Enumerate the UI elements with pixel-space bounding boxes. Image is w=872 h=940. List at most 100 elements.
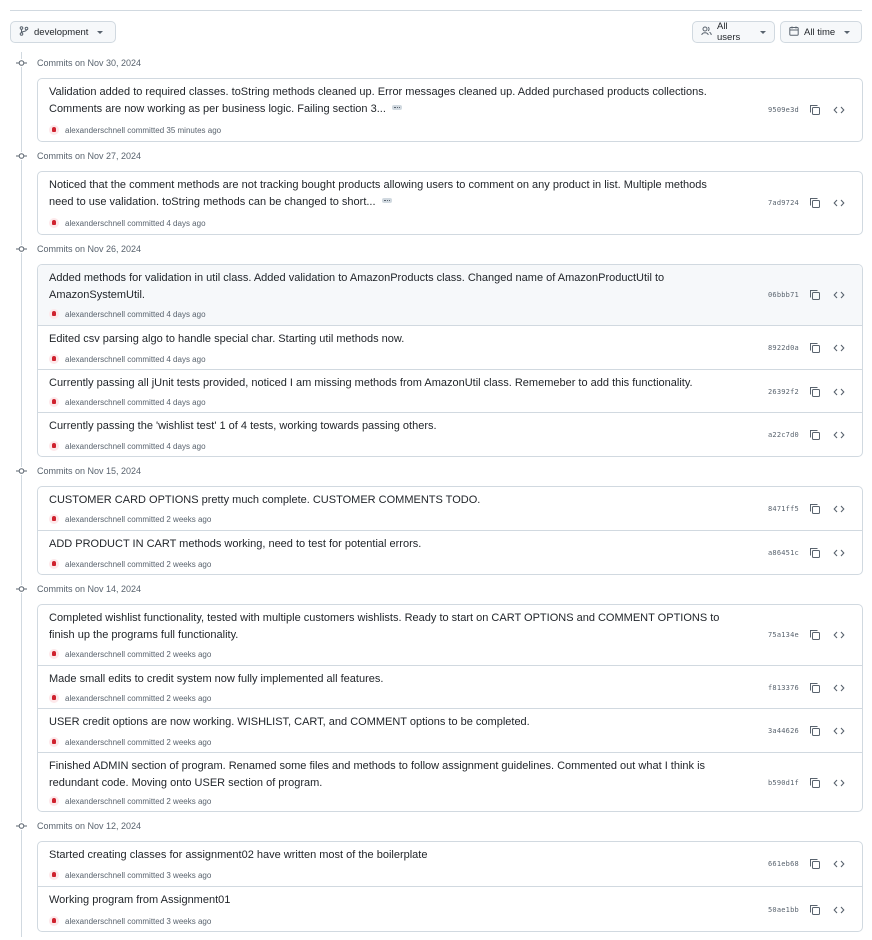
avatar[interactable]	[49, 737, 59, 747]
commit-sha-link[interactable]: 26392f2	[768, 388, 799, 396]
branch-selector-button[interactable]: development	[10, 21, 116, 43]
commit-row[interactable]: Made small edits to credit system now fu…	[38, 665, 862, 708]
avatar[interactable]	[49, 218, 59, 228]
code-browse-icon[interactable]	[833, 503, 845, 515]
code-browse-icon[interactable]	[833, 429, 845, 441]
avatar[interactable]	[49, 870, 59, 880]
avatar[interactable]	[49, 354, 59, 364]
commit-message-text[interactable]: Finished ADMIN section of program. Renam…	[49, 760, 705, 789]
commit-message-text[interactable]: CUSTOMER CARD OPTIONS pretty much comple…	[49, 494, 480, 506]
commit-message-text[interactable]: Currently passing all jUnit tests provid…	[49, 377, 693, 389]
copy-icon[interactable]	[809, 197, 821, 209]
copy-icon[interactable]	[809, 858, 821, 870]
copy-icon[interactable]	[809, 429, 821, 441]
code-browse-icon[interactable]	[833, 289, 845, 301]
commit-message[interactable]: Made small edits to credit system now fu…	[49, 671, 729, 688]
code-browse-icon[interactable]	[833, 682, 845, 694]
copy-icon[interactable]	[809, 725, 821, 737]
commit-message[interactable]: Noticed that the comment methods are not…	[49, 177, 729, 210]
commit-row[interactable]: USER credit options are now working. WIS…	[38, 708, 862, 752]
users-filter-button[interactable]: All users	[692, 21, 775, 43]
copy-icon[interactable]	[809, 777, 821, 789]
code-browse-icon[interactable]	[833, 629, 845, 641]
commit-row[interactable]: Noticed that the comment methods are not…	[38, 172, 862, 234]
commit-message[interactable]: Validation added to required classes. to…	[49, 84, 729, 117]
time-filter-button[interactable]: All time	[780, 21, 862, 43]
commit-sha-link[interactable]: 8922d0a	[768, 344, 799, 352]
commit-row[interactable]: Finished ADMIN section of program. Renam…	[38, 752, 862, 811]
commit-sha-link[interactable]: a86451c	[768, 549, 799, 557]
commit-message[interactable]: Currently passing the 'wishlist test' 1 …	[49, 418, 729, 435]
copy-icon[interactable]	[809, 342, 821, 354]
copy-icon[interactable]	[809, 289, 821, 301]
avatar[interactable]	[49, 397, 59, 407]
copy-icon[interactable]	[809, 386, 821, 398]
avatar[interactable]	[49, 693, 59, 703]
commit-row[interactable]: Currently passing all jUnit tests provid…	[38, 369, 862, 412]
commit-message[interactable]: ADD PRODUCT IN CART methods working, nee…	[49, 536, 729, 553]
commit-sha-link[interactable]: 8471ff5	[768, 505, 799, 513]
commit-row[interactable]: Added methods for validation in util cla…	[38, 265, 862, 325]
copy-icon[interactable]	[809, 682, 821, 694]
commit-message-text[interactable]: Edited csv parsing algo to handle specia…	[49, 333, 404, 345]
commit-sha-link[interactable]: b590d1f	[768, 779, 799, 787]
commit-sha-link[interactable]: 3a44626	[768, 727, 799, 735]
avatar[interactable]	[49, 796, 59, 806]
commit-message[interactable]: Started creating classes for assignment0…	[49, 847, 729, 864]
code-browse-icon[interactable]	[833, 342, 845, 354]
copy-icon[interactable]	[809, 503, 821, 515]
copy-icon[interactable]	[809, 629, 821, 641]
commit-row[interactable]: Started creating classes for assignment0…	[38, 842, 862, 886]
copy-icon[interactable]	[809, 104, 821, 116]
copy-icon[interactable]	[809, 547, 821, 559]
commit-message[interactable]: USER credit options are now working. WIS…	[49, 714, 729, 731]
commit-row[interactable]: Edited csv parsing algo to handle specia…	[38, 325, 862, 369]
avatar[interactable]	[49, 441, 59, 451]
commit-message-text[interactable]: Completed wishlist functionality, tested…	[49, 612, 719, 641]
commit-message-text[interactable]: Added methods for validation in util cla…	[49, 272, 664, 301]
code-browse-icon[interactable]	[833, 547, 845, 559]
commit-sha-link[interactable]: f813376	[768, 684, 799, 692]
avatar[interactable]	[49, 916, 59, 926]
avatar[interactable]	[49, 125, 59, 135]
code-browse-icon[interactable]	[833, 904, 845, 916]
commit-message-text[interactable]: Started creating classes for assignment0…	[49, 849, 427, 861]
avatar[interactable]	[49, 514, 59, 524]
commit-sha-link[interactable]: 9509e3d	[768, 106, 799, 114]
avatar[interactable]	[49, 649, 59, 659]
avatar[interactable]	[49, 559, 59, 569]
commit-message[interactable]: Completed wishlist functionality, tested…	[49, 610, 729, 643]
copy-icon[interactable]	[809, 904, 821, 916]
commit-message-text[interactable]: ADD PRODUCT IN CART methods working, nee…	[49, 538, 421, 550]
commit-message-text[interactable]: Made small edits to credit system now fu…	[49, 673, 383, 685]
avatar[interactable]	[49, 309, 59, 319]
expand-message-button[interactable]	[381, 197, 392, 203]
commit-sha-link[interactable]: a22c7d0	[768, 431, 799, 439]
code-browse-icon[interactable]	[833, 777, 845, 789]
commit-message[interactable]: Added methods for validation in util cla…	[49, 270, 729, 303]
commit-sha-link[interactable]: 7ad9724	[768, 199, 799, 207]
commit-message[interactable]: Finished ADMIN section of program. Renam…	[49, 758, 729, 791]
commit-message-text[interactable]: Noticed that the comment methods are not…	[49, 179, 707, 208]
expand-message-button[interactable]	[391, 104, 402, 110]
code-browse-icon[interactable]	[833, 725, 845, 737]
code-browse-icon[interactable]	[833, 386, 845, 398]
code-browse-icon[interactable]	[833, 104, 845, 116]
commit-row[interactable]: Currently passing the 'wishlist test' 1 …	[38, 412, 862, 456]
commit-sha-link[interactable]: 06bbb71	[768, 291, 799, 299]
commit-row[interactable]: Validation added to required classes. to…	[38, 79, 862, 141]
commit-row[interactable]: ADD PRODUCT IN CART methods working, nee…	[38, 530, 862, 574]
commit-row[interactable]: Working program from Assignment01 alexand…	[38, 886, 862, 931]
commit-message-text[interactable]: Working program from Assignment01	[49, 894, 230, 906]
commit-sha-link[interactable]: 75a134e	[768, 631, 799, 639]
commit-message-text[interactable]: USER credit options are now working. WIS…	[49, 716, 530, 728]
commit-message[interactable]: CUSTOMER CARD OPTIONS pretty much comple…	[49, 492, 729, 509]
code-browse-icon[interactable]	[833, 858, 845, 870]
commit-message[interactable]: Edited csv parsing algo to handle specia…	[49, 331, 729, 348]
commit-row[interactable]: CUSTOMER CARD OPTIONS pretty much comple…	[38, 487, 862, 530]
commit-sha-link[interactable]: 661eb68	[768, 860, 799, 868]
commit-sha-link[interactable]: 50ae1bb	[768, 906, 799, 914]
commit-message[interactable]: Working program from Assignment01	[49, 892, 729, 909]
commit-row[interactable]: Completed wishlist functionality, tested…	[38, 605, 862, 665]
commit-message[interactable]: Currently passing all jUnit tests provid…	[49, 375, 729, 392]
